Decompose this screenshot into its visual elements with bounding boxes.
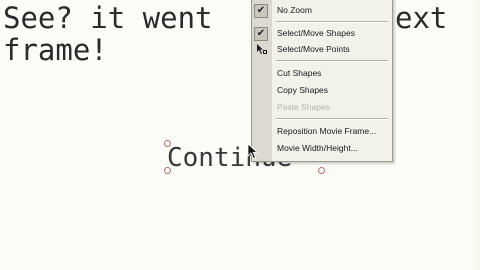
menu-item-reposition-movie-frame[interactable]: Reposition Movie Frame... xyxy=(252,123,392,139)
selection-handle-bottom-left[interactable] xyxy=(164,167,171,174)
menu-item-select-move-shapes[interactable]: ✔ Select/Move Shapes xyxy=(252,25,392,41)
menu-item-label: Cut Shapes xyxy=(277,68,322,78)
menu-item-label: Select/Move Shapes xyxy=(277,28,355,38)
menu-separator xyxy=(276,60,388,62)
menu-item-select-move-points[interactable]: Select/Move Points xyxy=(252,41,392,57)
menu-separator xyxy=(276,21,388,23)
slide-text-line-1-end: ext xyxy=(395,1,448,35)
movie-canvas[interactable]: See? it went ext frame! Continue xyxy=(0,0,480,270)
menu-item-label: Copy Shapes xyxy=(277,85,329,95)
menu-item-label: Select/Move Points xyxy=(277,44,350,54)
selection-handle-top-left[interactable] xyxy=(164,140,171,147)
slide-text-line-2: frame! xyxy=(3,33,108,67)
menu-item-paste-shapes: Paste Shapes xyxy=(252,99,392,115)
menu-separator xyxy=(276,118,388,120)
menu-item-copy-shapes[interactable]: Copy Shapes xyxy=(252,82,392,98)
menu-item-label: Paste Shapes xyxy=(277,102,330,112)
selection-handle-bottom-right[interactable] xyxy=(318,167,325,174)
menu-item-movie-width-height[interactable]: Movie Width/Height... xyxy=(252,140,392,156)
menu-item-label: Reposition Movie Frame... xyxy=(277,126,377,136)
menu-item-no-zoom[interactable]: ✔ No Zoom xyxy=(252,2,392,18)
check-icon: ✔ xyxy=(254,27,268,41)
menu-item-cut-shapes[interactable]: Cut Shapes xyxy=(252,65,392,81)
menu-item-label: Movie Width/Height... xyxy=(277,143,358,153)
canvas-right-edge xyxy=(468,0,480,270)
slide-text-line-1: See? it went xyxy=(3,1,213,35)
menu-item-label: No Zoom xyxy=(277,5,312,15)
arrow-cursor-icon xyxy=(247,143,259,160)
context-menu: ✔ No Zoom ✔ Select/Move Shapes Select/Mo… xyxy=(251,0,393,162)
move-points-icon xyxy=(257,44,267,54)
check-icon: ✔ xyxy=(254,4,268,18)
